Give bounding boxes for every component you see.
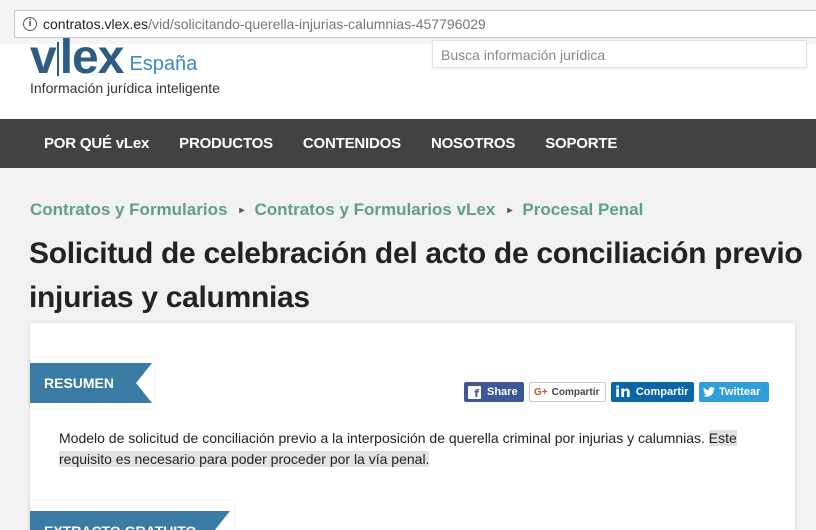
breadcrumb-item-contratos-formularios-vlex[interactable]: Contratos y Formularios vLex: [254, 200, 495, 220]
summary-highlight-1: Este: [708, 430, 737, 446]
breadcrumb-item-contratos-formularios[interactable]: Contratos y Formularios: [30, 200, 227, 220]
nav-item-por-que-vlex[interactable]: POR QUÉ vLex: [44, 135, 149, 152]
summary-sentence: Modelo de solicitud de conciliación prev…: [59, 430, 709, 446]
google-plus-share-button[interactable]: G+ Compartir: [529, 382, 606, 402]
nav-item-productos[interactable]: PRODUCTOS: [179, 135, 273, 152]
search-input[interactable]: Busca información jurídica: [432, 40, 807, 68]
summary-text: Modelo de solicitud de conciliación prev…: [59, 428, 779, 470]
twitter-share-label: Twittear: [719, 386, 761, 398]
document-card: RESUMEN f Share G+ Compartir in Comparti…: [30, 323, 795, 530]
logo-country: España: [129, 53, 198, 75]
breadcrumb: Contratos y Formularios ▸ Contratos y Fo…: [30, 200, 643, 220]
twitter-share-button[interactable]: Twittear: [699, 382, 769, 402]
nav-item-contenidos[interactable]: CONTENIDOS: [303, 135, 401, 152]
share-buttons: f Share G+ Compartir in Compartir Twitte…: [464, 382, 774, 402]
breadcrumb-separator-icon: ▸: [507, 204, 513, 216]
breadcrumb-item-procesal-penal[interactable]: Procesal Penal: [522, 200, 643, 220]
summary-highlight-2: requisito es necesario para poder proced…: [59, 451, 430, 467]
google-plus-share-label: Compartir: [551, 386, 600, 398]
logo-v: v: [30, 31, 57, 84]
linkedin-icon: in: [615, 383, 631, 401]
nav-item-soporte[interactable]: SOPORTE: [545, 135, 617, 152]
page-title-line-1: Solicitud de celebración del acto de con…: [29, 237, 803, 270]
facebook-share-label: Share: [487, 386, 518, 398]
url-text: contratos.vlex.es/vid/solicitando-querel…: [43, 16, 486, 32]
page-title: Solicitud de celebración del acto de con…: [29, 232, 816, 320]
linkedin-share-label: Compartir: [635, 386, 689, 398]
facebook-share-button[interactable]: f Share: [464, 382, 524, 402]
page-title-line-2: injurias y calumnias: [29, 281, 310, 314]
tagline: Información jurídica inteligente: [30, 80, 220, 96]
breadcrumb-separator-icon: ▸: [239, 204, 245, 216]
extracto-gratuito-ribbon: EXTRACTO GRATUITO: [30, 511, 230, 530]
facebook-icon: f: [468, 385, 481, 399]
main-nav: POR QUÉ vLex PRODUCTOS CONTENIDOS NOSOTR…: [0, 119, 816, 168]
google-plus-icon: G+: [534, 386, 548, 398]
logo-bar: [56, 42, 59, 76]
url-domain: contratos.vlex.es: [43, 16, 149, 32]
info-icon[interactable]: i: [23, 17, 37, 31]
vlex-logo[interactable]: v lex España: [30, 34, 197, 82]
logo-rest: lex: [59, 31, 125, 84]
twitter-bird-icon: [703, 387, 715, 397]
nav-item-nosotros[interactable]: NOSOTROS: [431, 135, 515, 152]
url-path: /vid/solicitando-querella-injurias-calum…: [148, 16, 486, 32]
linkedin-share-button[interactable]: in Compartir: [611, 382, 694, 402]
resumen-ribbon: RESUMEN: [30, 363, 152, 403]
site-header: v lex España Información jurídica inteli…: [0, 34, 816, 119]
